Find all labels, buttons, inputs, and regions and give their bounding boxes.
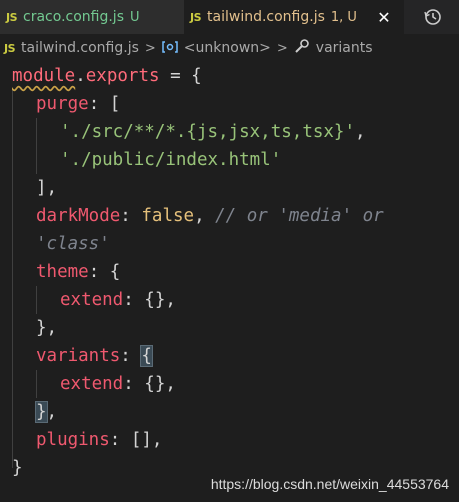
indent-guide (36, 370, 37, 398)
tab-craco-config[interactable]: JS craco.config.js U (0, 0, 184, 34)
code-line-14: plugins: [], (36, 426, 162, 454)
breadcrumb-separator: > (276, 40, 288, 56)
code-token: : [ (88, 94, 121, 114)
code-token: , (355, 122, 366, 142)
code-token: extend (60, 290, 124, 310)
code-token: './src/**/*.{js,jsx,ts,tsx}' (60, 122, 356, 142)
code-token: } (12, 458, 23, 478)
js-file-icon: JS (6, 10, 18, 24)
code-line-9: extend: {}, (60, 286, 176, 314)
code-line-13: }, (35, 398, 58, 426)
history-icon[interactable] (421, 5, 445, 29)
reference-icon (162, 40, 178, 57)
code-line-11: variants: { (36, 342, 153, 370)
history-icon-svg (424, 9, 441, 25)
code-line-3: './src/**/*.{js,jsx,ts,tsx}', (60, 118, 366, 146)
code-token: , (194, 206, 216, 226)
code-token: }, (36, 318, 58, 338)
code-token: : {}, (123, 374, 176, 394)
code-token: './public/index.html' (60, 150, 282, 170)
wrench-icon (294, 38, 310, 58)
code-token: false (141, 206, 195, 226)
code-line-15: } (12, 454, 23, 482)
tab-tailwind-config[interactable]: JS tailwind.config.js 1, U ✕ (184, 0, 404, 34)
code-token: : { (88, 262, 121, 282)
indent-guide (36, 286, 37, 314)
breadcrumb-leaf[interactable]: variants (316, 40, 373, 56)
code-token: module (12, 66, 76, 86)
code-token: = { (159, 66, 202, 86)
code-line-6: darkMode: false, // or 'media' or (36, 202, 384, 230)
code-token: : [], (109, 430, 163, 450)
code-line-10: }, (36, 314, 57, 342)
code-token: exports (85, 66, 160, 86)
code-token: : (120, 346, 142, 366)
breadcrumb-file[interactable]: tailwind.config.js (21, 40, 139, 56)
code-comment: // or 'media' or (215, 206, 384, 226)
matched-bracket: } (35, 401, 48, 423)
breadcrumb-separator: > (144, 40, 156, 56)
code-token: , (46, 402, 58, 422)
code-line-4: './public/index.html' (60, 146, 281, 174)
indent-guide (36, 118, 37, 174)
code-token: extend (60, 374, 124, 394)
js-file-icon: JS (190, 10, 202, 24)
code-line-7: 'class' (36, 230, 110, 258)
code-line-8: theme: { (36, 258, 120, 286)
code-token: variants (36, 346, 121, 366)
code-token: ], (36, 178, 58, 198)
code-comment: 'class' (36, 234, 110, 254)
breadcrumb-symbol[interactable]: <unknown> (184, 40, 271, 56)
breadcrumb: JS tailwind.config.js > <unknown> > vari… (0, 34, 459, 62)
matched-bracket: { (140, 345, 153, 367)
code-line-2: purge: [ (36, 90, 120, 118)
tab-git-status: 1, U (330, 9, 357, 25)
tab-label: craco.config.js (23, 9, 124, 25)
js-file-icon: JS (4, 41, 16, 55)
code-line-5: ], (36, 174, 57, 202)
code-line-1: module.exports = { (12, 62, 202, 90)
close-icon[interactable]: ✕ (374, 7, 394, 27)
tab-bar: JS craco.config.js U JS tailwind.config.… (0, 0, 459, 34)
watermark: https://blog.csdn.net/weixin_44553764 (210, 476, 449, 492)
code-editor[interactable]: module.exports = { purge: [ './src/**/*.… (0, 62, 459, 502)
tab-label: tailwind.config.js (207, 9, 325, 25)
tab-git-status: U (130, 9, 140, 25)
code-token: darkMode (36, 206, 121, 226)
indent-guide (12, 90, 13, 468)
code-token: plugins (36, 430, 110, 450)
code-token: theme (36, 262, 89, 282)
code-token: : {}, (123, 290, 176, 310)
code-token: . (75, 66, 86, 86)
code-line-12: extend: {}, (60, 370, 176, 398)
code-token: : (120, 206, 142, 226)
code-token: purge (36, 94, 89, 114)
